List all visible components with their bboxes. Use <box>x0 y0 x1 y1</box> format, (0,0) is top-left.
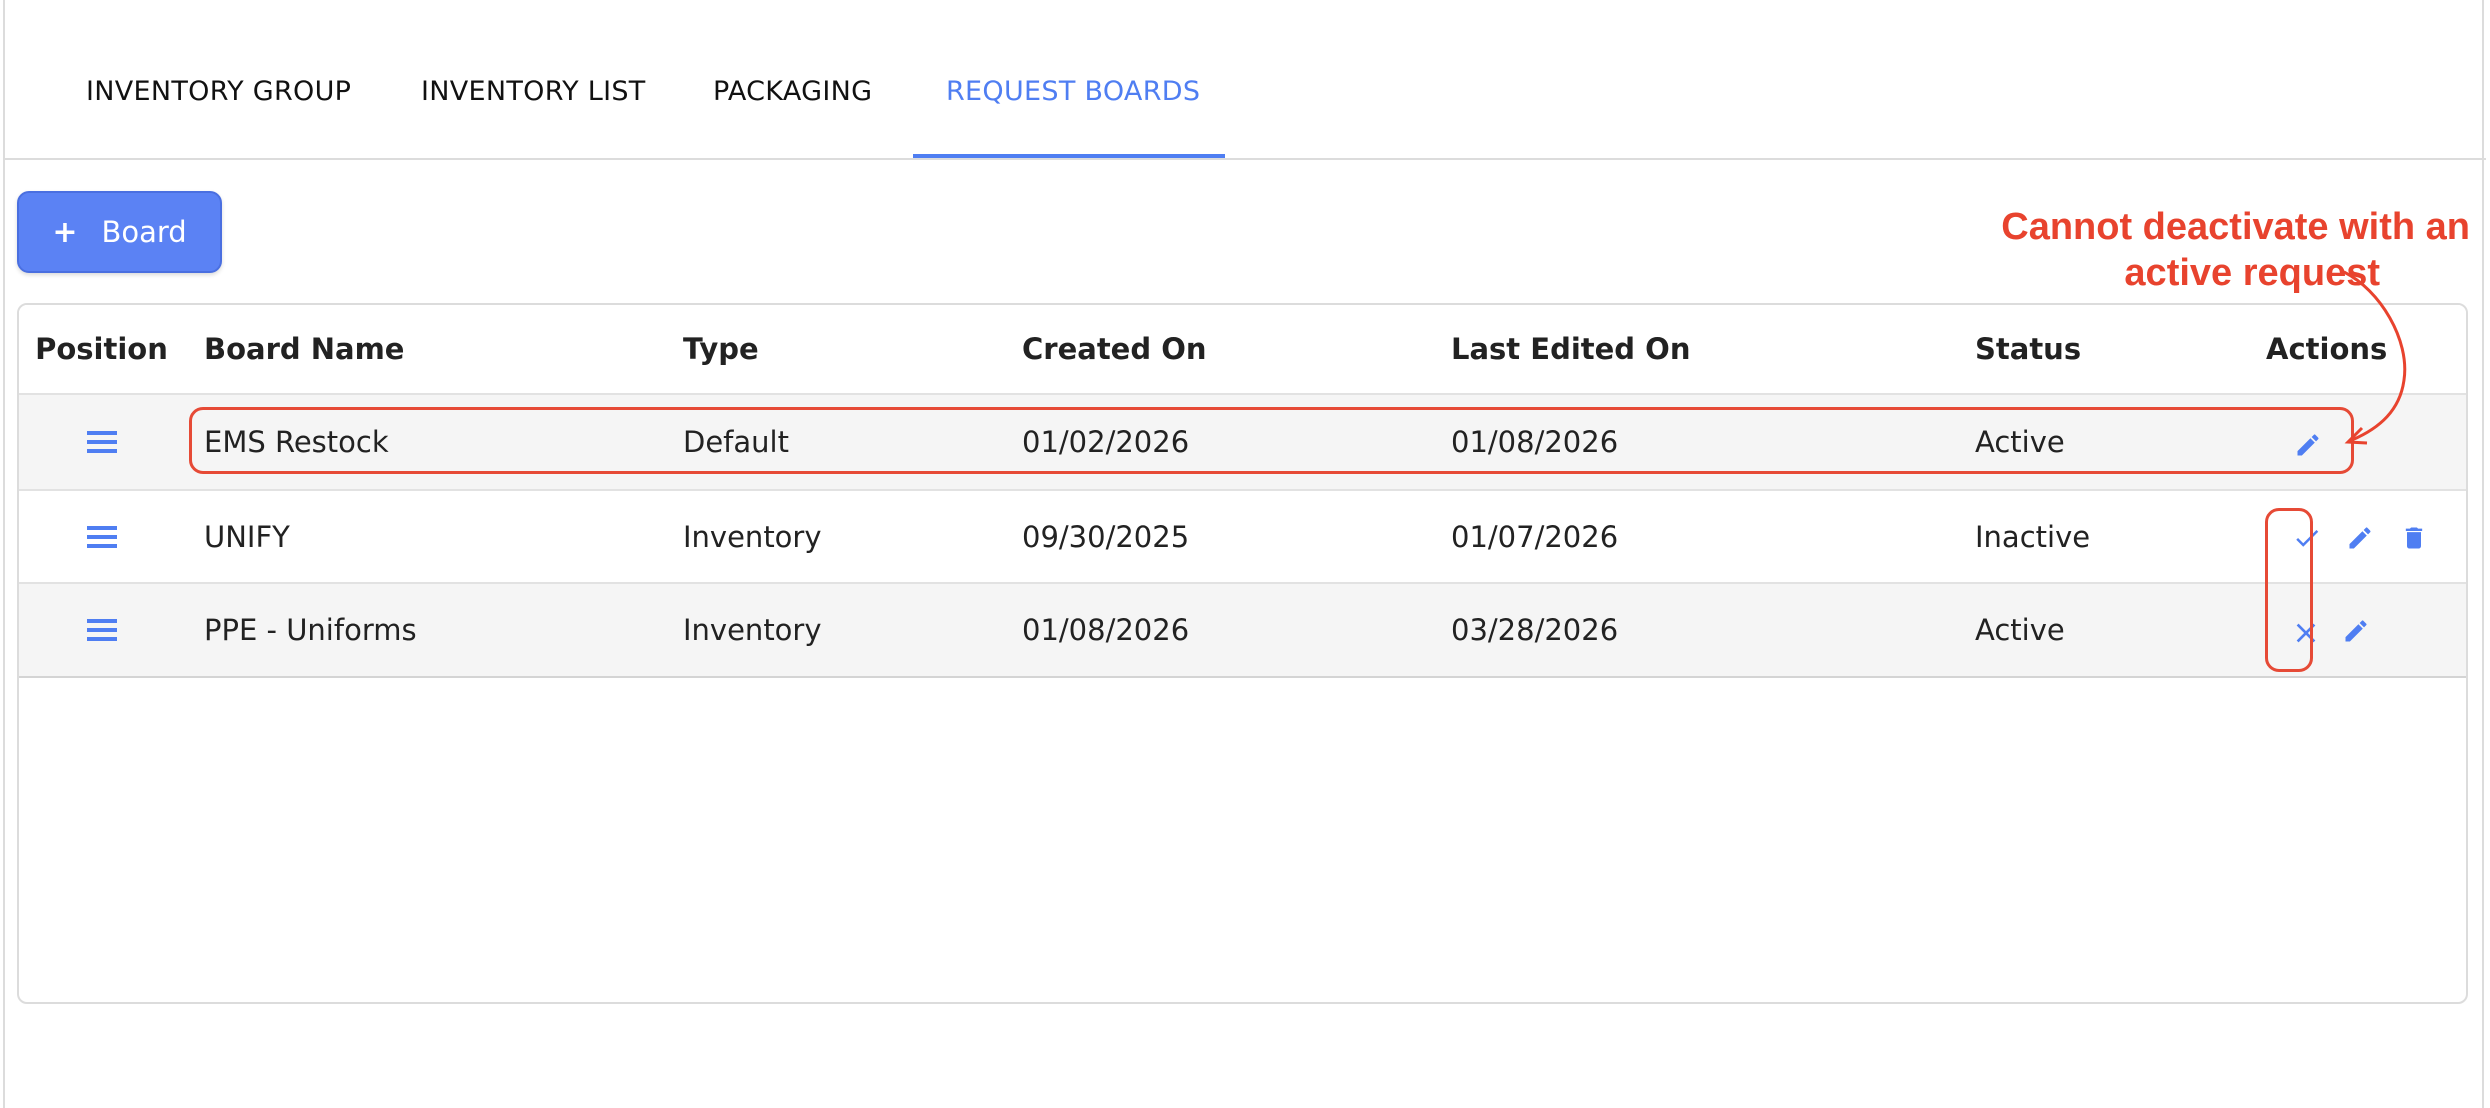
tab-bar: INVENTORY GROUP INVENTORY LIST PACKAGING… <box>5 0 2486 160</box>
edit-icon[interactable] <box>2342 617 2370 645</box>
annotation-highlight-row <box>189 407 2354 474</box>
edit-icon[interactable] <box>2346 524 2374 552</box>
type-cell: Inventory <box>683 613 822 647</box>
table-header: Position Board Name Type Created On Last… <box>19 305 2466 395</box>
type-cell: Inventory <box>683 519 822 554</box>
table-row: UNIFY Inventory 09/30/2025 01/07/2026 In… <box>19 491 2466 584</box>
table-row: PPE - Uniforms Inventory 01/08/2026 03/2… <box>19 584 2466 678</box>
tab-packaging[interactable]: PACKAGING <box>713 76 872 107</box>
status-cell: Active <box>1975 613 2065 647</box>
created-on-cell: 01/08/2026 <box>1022 613 1190 647</box>
plus-icon: + <box>52 214 78 250</box>
board-name-cell: PPE - Uniforms <box>204 613 417 647</box>
created-on-cell: 09/30/2025 <box>1022 519 1190 554</box>
drag-handle-icon <box>86 619 117 641</box>
drag-handle-icon <box>86 525 117 548</box>
trash-icon[interactable] <box>2400 524 2428 552</box>
drag-handle-icon <box>86 431 117 453</box>
col-header-board-name[interactable]: Board Name <box>204 305 404 393</box>
last-edited-cell: 01/07/2026 <box>1451 519 1619 554</box>
annotation-highlight-actions <box>2265 508 2313 672</box>
col-header-position[interactable]: Position <box>19 305 184 393</box>
col-header-status[interactable]: Status <box>1975 305 2081 393</box>
tab-request-boards[interactable]: REQUEST BOARDS <box>946 76 1200 107</box>
col-header-type[interactable]: Type <box>683 305 759 393</box>
annotation-arrow <box>2343 270 2407 445</box>
col-header-created-on[interactable]: Created On <box>1022 305 1207 393</box>
active-tab-indicator <box>913 154 1225 158</box>
add-board-button[interactable]: + Board <box>17 191 222 273</box>
add-board-label: Board <box>101 215 187 249</box>
status-cell: Inactive <box>1975 519 2091 554</box>
board-name-cell: UNIFY <box>204 519 290 554</box>
drag-handle[interactable] <box>19 491 184 582</box>
tab-inventory-group[interactable]: INVENTORY GROUP <box>86 76 351 107</box>
drag-handle[interactable] <box>19 584 184 676</box>
tab-inventory-list[interactable]: INVENTORY LIST <box>421 76 646 107</box>
col-header-last-edited-on[interactable]: Last Edited On <box>1451 305 1690 393</box>
drag-handle[interactable] <box>19 395 184 489</box>
annotation-line-1: Cannot deactivate with an <box>2001 206 2470 248</box>
last-edited-cell: 03/28/2026 <box>1451 613 1619 647</box>
